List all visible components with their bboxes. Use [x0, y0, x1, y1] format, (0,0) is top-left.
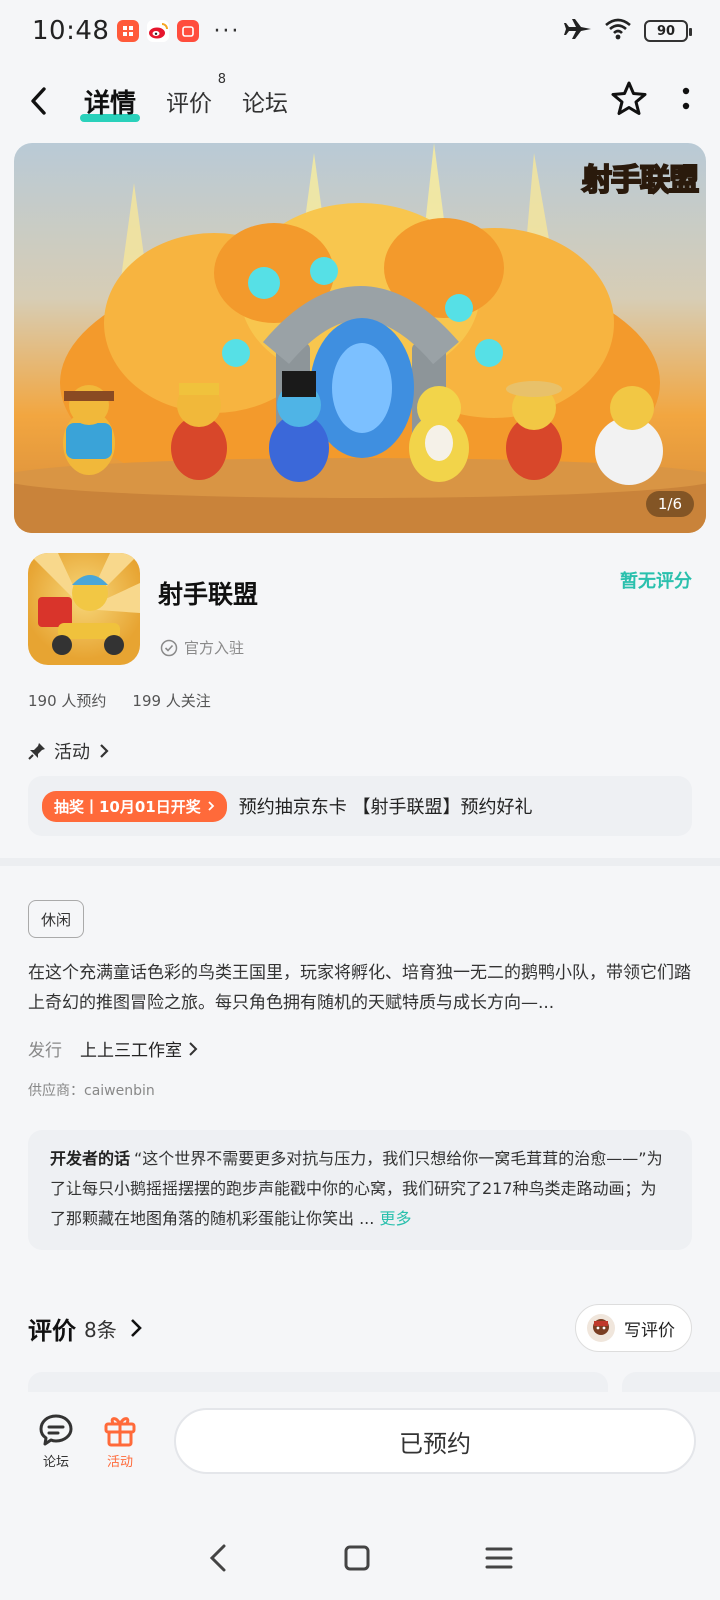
pin-icon	[28, 743, 45, 760]
publisher-label: 发行	[28, 1041, 62, 1061]
chevron-right-icon[interactable]	[129, 1317, 143, 1339]
activity-tab-label: 活动	[106, 1454, 133, 1470]
forum-button[interactable]: 论坛	[24, 1413, 88, 1470]
app-stats: 190 人预约 199 人关注	[28, 690, 211, 711]
system-back-button[interactable]	[206, 1542, 230, 1578]
activity-card[interactable]: 抽奖丨10月01日开奖 预约抽京东卡 【射手联盟】预约好礼	[28, 776, 692, 836]
developer-words-title: 开发者的话	[50, 1149, 131, 1168]
carousel-page-counter: 1/6	[645, 491, 694, 517]
weibo-icon	[147, 20, 170, 42]
activity-label: 活动	[54, 742, 90, 763]
airplane-icon	[564, 17, 592, 45]
rating-status: 暂无评分	[620, 571, 692, 592]
forum-label: 论坛	[42, 1454, 69, 1470]
tab-details-label: 详情	[84, 88, 137, 119]
write-review-label: 写评价	[624, 1320, 675, 1341]
chevron-left-icon	[31, 87, 46, 115]
system-home-button[interactable]	[343, 1544, 371, 1576]
back-triangle-icon	[210, 1544, 226, 1572]
more-notifications: ···	[213, 18, 241, 44]
wifi-icon	[604, 17, 632, 45]
tab-reviews-label: 评价	[166, 91, 213, 117]
game-artwork-image	[14, 143, 706, 533]
developer-words-text: “这个世界不需要更多对抗与压力，我们只想给你一窝毛茸茸的治愈——”为了让每只小鹅…	[50, 1149, 663, 1228]
reserved-button[interactable]: 已预约	[174, 1408, 696, 1474]
game-description[interactable]: 在这个充满童话色彩的鸟类王国里，玩家将孵化、培育独一无二的鹅鸭小队，带领它们踏上…	[28, 958, 692, 1018]
chevron-right-icon	[208, 801, 215, 811]
tab-reviews[interactable]: 评价 8	[162, 72, 226, 124]
app-icon	[28, 553, 140, 665]
more-link[interactable]: 更多	[379, 1209, 411, 1228]
top-nav: 详情 评价 8 论坛	[0, 62, 720, 140]
status-bar: 10:48 ··· 90	[0, 0, 720, 62]
home-square-icon	[344, 1545, 370, 1571]
system-recents-button[interactable]	[484, 1545, 514, 1575]
more-vertical-icon	[682, 87, 690, 110]
reviews-header: 评价 8条 写评价	[28, 1304, 692, 1352]
lottery-badge-text: 抽奖丨10月01日开奖	[54, 797, 201, 816]
app-name: 射手联盟	[158, 580, 259, 609]
battery-indicator: 90	[644, 20, 692, 42]
supplier-info: 供应商：caiwenbin	[28, 1083, 155, 1099]
more-options-button[interactable]	[680, 84, 692, 118]
publisher-name: 上上三工作室	[80, 1041, 182, 1061]
chevron-right-icon	[100, 744, 109, 758]
developer-words-card[interactable]: 开发者的话 “这个世界不需要更多对抗与压力，我们只想给你一窝毛茸茸的治愈——”为了…	[28, 1130, 692, 1250]
check-circle-icon	[160, 639, 178, 656]
review-card[interactable]	[622, 1372, 720, 1392]
genre-tag[interactable]: 休闲	[28, 900, 85, 938]
write-review-button[interactable]: 写评价	[575, 1304, 692, 1352]
app-notification-icon	[117, 20, 140, 42]
status-time: 10:48	[32, 16, 110, 46]
chat-bubble-icon	[39, 1414, 73, 1445]
gift-icon	[104, 1416, 136, 1446]
star-icon	[611, 81, 647, 115]
user-avatar-icon	[587, 1314, 615, 1342]
activity-text: 预约抽京东卡 【射手联盟】预约好礼	[238, 797, 533, 818]
calendar-app-icon	[177, 20, 200, 42]
tab-details[interactable]: 详情	[80, 77, 141, 126]
bottom-action-bar: 论坛 活动 已预约	[0, 1392, 720, 1490]
app-info: 射手联盟 官方入驻 暂无评分	[28, 553, 692, 665]
review-card[interactable]	[28, 1372, 608, 1392]
activity-button[interactable]: 活动	[88, 1413, 152, 1470]
official-label: 官方入驻	[184, 639, 245, 657]
section-divider	[0, 858, 720, 866]
tab-forum-label: 论坛	[242, 91, 289, 117]
back-button[interactable]	[28, 79, 64, 123]
follower-count: 199 人关注	[132, 692, 211, 710]
publisher-link[interactable]: 上上三工作室	[80, 1036, 198, 1061]
favorite-star-button[interactable]	[610, 80, 648, 122]
tab-forum[interactable]: 论坛	[238, 78, 292, 124]
lottery-badge: 抽奖丨10月01日开奖	[42, 790, 227, 822]
system-navigation-bar	[0, 1520, 720, 1600]
tab-reviews-badge: 8	[217, 72, 227, 87]
screenshot-carousel[interactable]: 射手联盟 1/6	[14, 143, 706, 533]
official-badge: 官方入驻	[160, 637, 244, 658]
game-logo: 射手联盟	[581, 162, 700, 199]
publisher-row[interactable]: 发行 上上三工作室	[28, 1036, 198, 1061]
reviews-title[interactable]: 评价	[28, 1311, 76, 1346]
activity-section-header[interactable]: 活动	[28, 738, 110, 764]
reviews-count[interactable]: 8条	[84, 1314, 117, 1343]
menu-lines-icon	[485, 1547, 513, 1569]
chevron-right-icon	[189, 1041, 198, 1056]
reservation-count: 190 人预约	[28, 692, 107, 710]
